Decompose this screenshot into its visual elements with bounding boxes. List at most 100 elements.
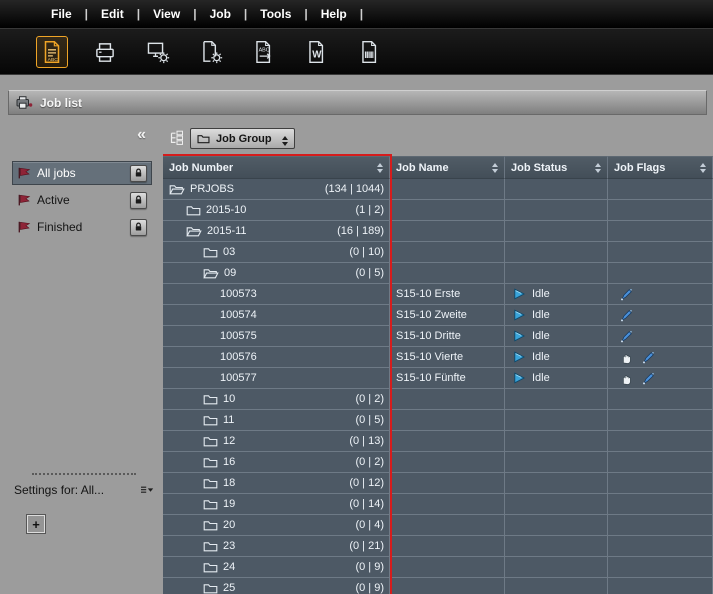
- job-flags-cell: [608, 536, 713, 557]
- status-label: Idle: [532, 309, 550, 321]
- group-name: 11: [223, 414, 234, 426]
- job-rows: PRJOBS(134 | 1044)2015-10(1 | 2)2015-11(…: [163, 179, 713, 594]
- column-header-job-name[interactable]: Job Name: [390, 156, 505, 179]
- job-group-row[interactable]: 03(0 | 10): [163, 242, 713, 263]
- settings-dropdown-icon[interactable]: [140, 485, 156, 495]
- job-row[interactable]: 100574S15-10 ZweiteIdle: [163, 305, 713, 326]
- menu-edit[interactable]: Edit: [88, 7, 137, 21]
- job-row[interactable]: 100576S15-10 Vierte Idle: [163, 347, 713, 368]
- job-settings-icon: [198, 39, 224, 65]
- job-status-cell: [505, 200, 608, 221]
- job-group-row[interactable]: 20(0 | 4): [163, 515, 713, 536]
- job-group-row[interactable]: 11(0 | 5): [163, 410, 713, 431]
- toolbar-job-list-button[interactable]: ABC: [36, 36, 68, 68]
- group-count: (0 | 9): [355, 561, 389, 573]
- job-number-cell: 2015-11(16 | 189): [163, 221, 390, 242]
- job-status-cell: [505, 473, 608, 494]
- group-name: 18: [223, 477, 235, 489]
- job-status-cell: [505, 431, 608, 452]
- collapse-tree-icon[interactable]: [168, 130, 184, 146]
- job-group-row[interactable]: 2015-11(16 | 189): [163, 221, 713, 242]
- column-label: Job Name: [396, 162, 449, 174]
- column-label: Job Number: [169, 162, 233, 174]
- folder-icon: [203, 519, 218, 531]
- job-group-row[interactable]: 16(0 | 2): [163, 452, 713, 473]
- settings-label: Settings for: All...: [14, 483, 140, 497]
- menu-tools[interactable]: Tools: [247, 7, 304, 21]
- job-number-cell: 09(0 | 5): [163, 263, 390, 284]
- job-group-row[interactable]: 2015-10(1 | 2): [163, 200, 713, 221]
- sidebar: « All jobs Active Finished Settings for: A…: [8, 121, 160, 594]
- job-name-cell: [390, 578, 505, 594]
- job-status-cell: Idle: [505, 347, 608, 368]
- sort-spinner: [595, 163, 601, 173]
- job-group-row[interactable]: 24(0 | 9): [163, 557, 713, 578]
- folder-icon: [186, 204, 201, 216]
- folder-icon: [203, 540, 218, 552]
- column-header-job-status[interactable]: Job Status: [505, 156, 608, 179]
- job-number-cell: 03(0 | 10): [163, 242, 390, 263]
- job-status-cell: [505, 221, 608, 242]
- sidebar-resize-handle[interactable]: [32, 473, 136, 475]
- group-name: 09: [224, 267, 236, 279]
- job-flags-cell: [608, 242, 713, 263]
- toolbar-workstation-settings-button[interactable]: [142, 36, 174, 68]
- menu-file[interactable]: File: [38, 7, 85, 21]
- job-number-cell: 12(0 | 13): [163, 431, 390, 452]
- job-group-row[interactable]: 09(0 | 5): [163, 263, 713, 284]
- job-table: Job Number Job Name Job Status Job Flags PR…: [163, 156, 713, 594]
- job-group-row[interactable]: 10(0 | 2): [163, 389, 713, 410]
- job-group-selector[interactable]: Job Group: [190, 128, 295, 149]
- toolbar-word-document-button[interactable]: W: [301, 36, 333, 68]
- group-count: (16 | 189): [337, 225, 389, 237]
- group-count: (0 | 13): [349, 435, 389, 447]
- job-number-cell: 100577: [163, 368, 390, 389]
- add-filter-button[interactable]: +: [27, 515, 45, 533]
- job-number: 100575: [220, 330, 257, 342]
- job-name-cell: [390, 263, 505, 284]
- workstation-settings-icon: [145, 39, 171, 65]
- toolbar-text-export-button[interactable]: ABC: [248, 36, 280, 68]
- filter-label: Active: [37, 193, 124, 207]
- filter-flag-icon: [17, 194, 31, 206]
- group-count: (0 | 21): [349, 540, 389, 552]
- sidebar-collapse-button[interactable]: «: [137, 127, 146, 143]
- job-name-cell: S15-10 Vierte: [390, 347, 505, 368]
- toolbar-barcode-document-button[interactable]: [354, 36, 386, 68]
- job-row[interactable]: 100575S15-10 DritteIdle: [163, 326, 713, 347]
- status-label: Idle: [532, 351, 550, 363]
- column-label: Job Flags: [614, 162, 665, 174]
- job-group-row[interactable]: 23(0 | 21): [163, 536, 713, 557]
- column-label: Job Status: [511, 162, 567, 174]
- job-row[interactable]: 100577S15-10 FünfteIdle: [163, 368, 713, 389]
- status-play-icon: [513, 309, 525, 321]
- column-header-job-number[interactable]: Job Number: [163, 156, 390, 179]
- job-group-row[interactable]: PRJOBS(134 | 1044): [163, 179, 713, 200]
- job-flags-cell: [608, 494, 713, 515]
- folder-icon: [203, 246, 218, 258]
- status-label: Idle: [532, 372, 550, 384]
- job-number: 100573: [220, 288, 257, 300]
- job-name-cell: [390, 494, 505, 515]
- lock-icon: [130, 165, 147, 182]
- job-group-row[interactable]: 12(0 | 13): [163, 431, 713, 452]
- status-play-icon: [513, 372, 525, 384]
- filter-all-jobs[interactable]: All jobs: [12, 161, 152, 185]
- job-group-row[interactable]: 18(0 | 12): [163, 473, 713, 494]
- filter-active[interactable]: Active: [12, 188, 152, 212]
- menu-job[interactable]: Job: [197, 7, 244, 21]
- column-header-job-flags[interactable]: Job Flags: [608, 156, 713, 179]
- menu-help[interactable]: Help: [308, 7, 360, 21]
- menu-view[interactable]: View: [140, 7, 193, 21]
- job-row[interactable]: 100573S15-10 ErsteIdle: [163, 284, 713, 305]
- job-number-cell: 100576: [163, 347, 390, 368]
- filter-finished[interactable]: Finished: [12, 215, 152, 239]
- job-name-cell: [390, 389, 505, 410]
- job-group-row[interactable]: 19(0 | 14): [163, 494, 713, 515]
- toolbar-printer-button[interactable]: [89, 36, 121, 68]
- job-list-icon: ABC: [39, 39, 65, 65]
- job-group-row[interactable]: 25(0 | 9): [163, 578, 713, 594]
- job-flags-cell: [608, 452, 713, 473]
- job-status-cell: Idle: [505, 305, 608, 326]
- toolbar-job-settings-button[interactable]: [195, 36, 227, 68]
